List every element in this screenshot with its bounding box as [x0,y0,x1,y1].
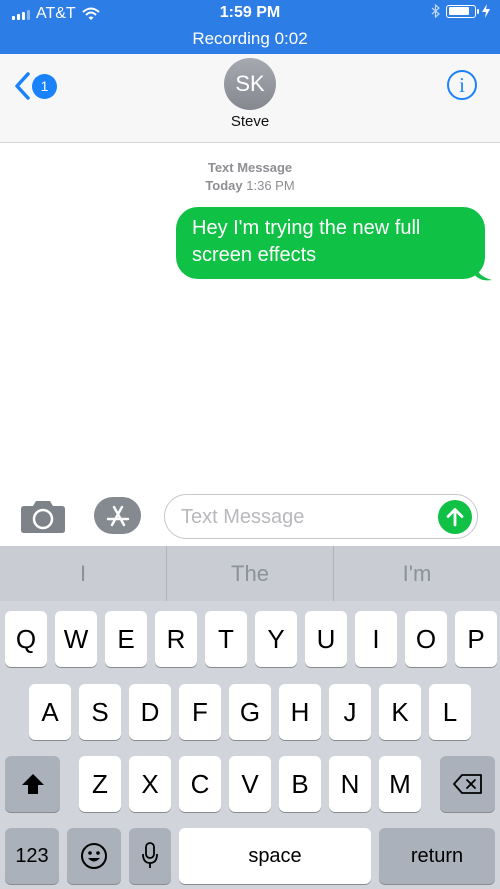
key-q[interactable]: Q [5,611,47,667]
message-date: Today 1:36 PM [205,178,295,193]
predictive-bar: I The I'm [0,546,500,601]
back-button[interactable]: 1 [14,72,57,100]
backspace-icon [452,774,482,794]
key-w[interactable]: W [55,611,97,667]
key-a[interactable]: A [29,684,71,740]
key-e[interactable]: E [105,611,147,667]
key-t[interactable]: T [205,611,247,667]
message-bubble-outgoing[interactable]: Hey I'm trying the new full screen effec… [176,207,485,279]
bubble-tail [474,262,492,281]
battery-icon [446,4,479,18]
recording-indicator[interactable]: Recording 0:02 [0,29,500,49]
prediction-3[interactable]: I'm [334,546,500,601]
camera-icon[interactable] [20,498,66,534]
message-input[interactable] [181,503,421,531]
key-y[interactable]: Y [255,611,297,667]
app-store-icon [106,505,129,526]
key-k[interactable]: K [379,684,421,740]
app-store-button[interactable] [94,497,141,534]
key-d[interactable]: D [129,684,171,740]
contact-name[interactable]: Steve [0,113,500,130]
message-timestamp: Text Message Today 1:36 PM [0,159,500,195]
key-u[interactable]: U [305,611,347,667]
dictation-key[interactable] [129,828,171,884]
bluetooth-icon [431,4,440,18]
key-l[interactable]: L [429,684,471,740]
status-time: 1:59 PM [219,4,281,21]
status-bar: AT&T 1:59 PM Recording 0:02 [0,0,500,54]
conversation-header: 1 SK Steve i [0,54,500,143]
key-c[interactable]: C [179,756,221,812]
message-input-field[interactable] [164,494,478,539]
key-s[interactable]: S [79,684,121,740]
key-x[interactable]: X [129,756,171,812]
emoji-key[interactable] [67,828,121,884]
info-button[interactable]: i [447,70,477,100]
unread-badge: 1 [32,73,57,99]
key-p[interactable]: P [455,611,497,667]
key-j[interactable]: J [329,684,371,740]
charging-icon [482,4,490,18]
key-n[interactable]: N [329,756,371,812]
emoji-icon [81,843,107,869]
service-label: Text Message [207,160,293,175]
key-m[interactable]: M [379,756,421,812]
recording-time: 0:02 [274,29,308,48]
key-g[interactable]: G [229,684,271,740]
key-b[interactable]: B [279,756,321,812]
key-i[interactable]: I [355,611,397,667]
backspace-key[interactable] [440,756,495,812]
key-o[interactable]: O [405,611,447,667]
prediction-1[interactable]: I [0,546,167,601]
key-v[interactable]: V [229,756,271,812]
avatar[interactable]: SK [224,58,276,110]
key-h[interactable]: H [279,684,321,740]
recording-label: Recording [192,29,270,48]
shift-key[interactable] [5,756,60,812]
status-right-group [431,4,490,18]
arrow-up-icon [446,508,464,527]
chevron-left-icon [15,72,30,100]
shift-icon [21,774,44,794]
prediction-2[interactable]: The [167,546,334,601]
key-r[interactable]: R [155,611,197,667]
return-key[interactable]: return [379,828,495,884]
microphone-icon [142,842,158,868]
numbers-key[interactable]: 123 [5,828,59,884]
send-button[interactable] [438,500,472,534]
key-z[interactable]: Z [79,756,121,812]
keyboard: I The I'm 123 space return QWERTYUIOPASD… [0,546,500,889]
key-f[interactable]: F [179,684,221,740]
space-key[interactable]: space [179,828,371,884]
